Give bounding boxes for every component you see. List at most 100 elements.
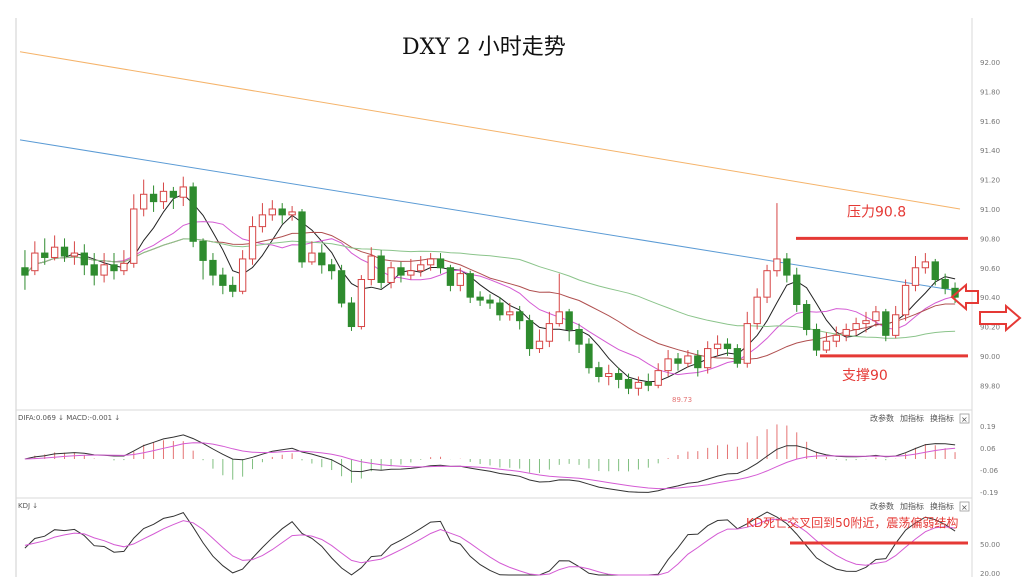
candle-body [347,302,356,328]
macd-axis-ticks: 0.19 0.06 -0.06 -0.19 [980,423,999,497]
macd-tick-label: 0.06 [980,445,996,453]
candle-body [664,358,672,372]
kdj-tick-label: 50.00 [980,541,1000,549]
candle-body [941,279,949,289]
kdj-switch-indicator-button[interactable]: 换指标 [930,501,954,511]
macd-dea-line [24,442,956,490]
candle-body [219,274,227,286]
candle-body [387,267,395,283]
candle-body [159,190,168,203]
candle-body [476,296,484,301]
kdj-add-indicator-button[interactable]: 加指标 [900,501,924,511]
macd-tick-label: -0.06 [980,467,999,475]
y-tick-label: 91.80 [980,88,1000,96]
candle-body [357,279,366,328]
candle-body [892,314,900,336]
candle-body [31,252,39,272]
macd-toolbar: 改参数 加指标 换指标 × [870,413,970,424]
candle-body [644,381,652,386]
candle-body [258,214,267,228]
kdj-edit-params-button[interactable]: 改参数 [870,501,894,511]
candle-body [100,264,108,276]
candle-body [318,252,326,266]
y-tick-label: 92.00 [980,59,1000,67]
candle-body [684,355,692,364]
macd-switch-indicator-button[interactable]: 换指标 [930,413,954,423]
candle-body [130,208,138,264]
kdj-tick-label: 20.00 [980,570,1000,577]
candle-body [852,323,860,330]
candle-body [70,252,79,257]
candlestick-series [21,176,959,396]
candle-body [426,258,435,266]
candle-body [704,348,712,369]
y-tick-label: 90.80 [980,235,1000,243]
candle-body [288,211,296,216]
candle-body [733,348,742,364]
candle-body [50,246,59,258]
candle-body [169,190,178,198]
candle-body [41,252,49,258]
candle-body [565,311,573,330]
candle-body [822,340,831,351]
y-tick-label: 91.20 [980,177,1000,185]
y-tick-label: 91.40 [980,147,1000,155]
macd-tick-label: 0.19 [980,423,996,431]
candle-body [862,320,870,325]
candle-body [456,273,464,286]
y-tick-label: 90.00 [980,353,1000,361]
candle-body [723,343,732,350]
candle-body [654,370,662,386]
candle-body [229,284,237,292]
candle-body [278,208,286,216]
candle-body [535,340,544,350]
candle-body [743,323,751,364]
candle-body [248,226,257,260]
candle-body [179,186,187,198]
candle-body [575,328,583,345]
macd-tick-label: -0.19 [980,489,998,497]
kdj-header: KDJ ↓ [18,502,38,510]
kdj-close-glyph: × [961,503,968,512]
candle-body [199,240,207,261]
candle-body [446,267,455,286]
candle-body [377,255,385,283]
ma-orange-line [19,51,961,210]
candle-body [140,193,148,210]
candle-body [624,378,633,389]
candle-body [634,381,643,389]
candle-body [545,323,554,342]
y-tick-label: 89.80 [980,382,1000,390]
candle-body [842,328,850,336]
resistance-label: 压力90.8 [847,204,906,220]
candle-body [90,264,98,276]
candle-body [931,261,939,281]
candle-body [110,264,118,272]
candle-body [268,208,276,216]
candle-body [674,358,682,364]
ma-40-line [24,238,956,339]
candle-body [60,246,69,257]
candle-body [308,252,316,263]
candle-body [328,264,336,272]
macd-add-indicator-button[interactable]: 加指标 [900,413,924,423]
candle-body [773,258,781,272]
candle-body [496,302,504,316]
candle-body [901,284,910,316]
candle-body [417,264,425,272]
low-price-label: 89.73 [672,396,692,404]
chart-title: DXY 2 小时走势 [402,35,566,60]
y-axis-ticks: 92.00 91.80 91.60 91.40 91.20 91.00 90.80 90.60… [980,59,1000,390]
y-tick-label: 91.00 [980,206,1000,214]
candle-body [120,262,128,272]
macd-edit-params-button[interactable]: 改参数 [870,413,894,423]
candle-body [832,334,840,342]
candle-body [802,303,811,330]
candle-body [614,373,623,380]
candle-body [21,267,29,276]
chart-canvas: DXY 2 小时走势 92.00 91.80 91.60 91.40 91.20 91.0… [15,18,1022,577]
candle-body [407,270,415,276]
candle-body [486,299,494,304]
macd-histogram [34,424,956,483]
candle-body [209,259,217,276]
